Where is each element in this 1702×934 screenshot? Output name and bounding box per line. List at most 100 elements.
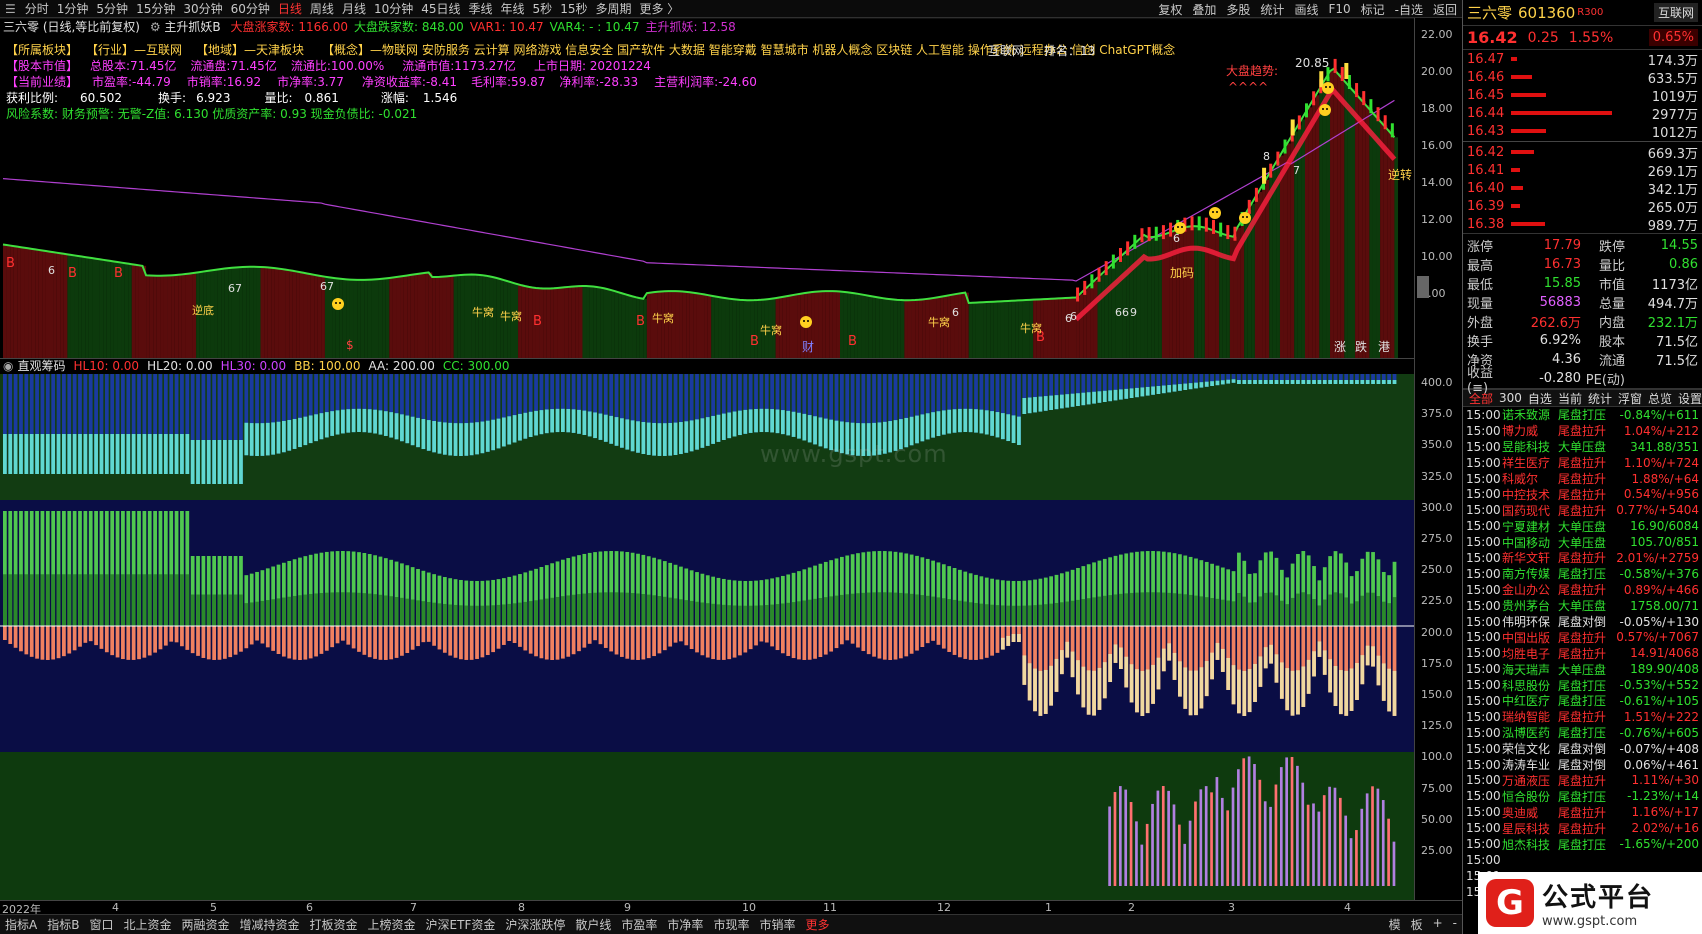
radar-row[interactable]: 15:00 均胜电子 尾盘拉升 14.91/4068 <box>1463 645 1702 661</box>
radar-tab[interactable]: 全部 <box>1466 390 1496 407</box>
radar-row[interactable]: 15:00 万通液压 尾盘拉升 1.11%/+30 <box>1463 772 1702 788</box>
bottom-tab[interactable]: 上榜资金 <box>363 916 421 933</box>
radar-row[interactable]: 15:00 宁夏建材 大单压盘 16.90/6084 <box>1463 518 1702 534</box>
radar-row[interactable]: 15:00 泓博医药 尾盘打压 -0.76%/+605 <box>1463 725 1702 741</box>
bottom-tab[interactable]: 指标B <box>42 916 84 933</box>
radar-tab[interactable]: 设置 <box>1675 390 1702 407</box>
radar-tab[interactable]: 300 <box>1496 391 1525 405</box>
period-tab[interactable]: 15分钟 <box>132 0 179 17</box>
radar-row[interactable]: 15:00 诺禾致源 尾盘打压 -0.84%/+611 <box>1463 407 1702 423</box>
toolbar-item[interactable]: 标记 <box>1356 1 1390 18</box>
period-tab[interactable]: 1分钟 <box>53 0 93 17</box>
bottom-tab[interactable]: 市销率 <box>754 916 800 933</box>
period-tab[interactable]: 60分钟 <box>227 0 274 17</box>
bid-row[interactable]: 16.38 989.7万 <box>1463 215 1702 234</box>
settings-icon[interactable]: ⚙ <box>150 20 161 34</box>
bottom-tab[interactable]: 增减持资金 <box>235 916 305 933</box>
period-tab[interactable]: 分时 <box>21 0 53 17</box>
menu-icon[interactable]: ☰ <box>0 2 21 16</box>
bottom-control[interactable]: - <box>1448 916 1462 933</box>
bottom-control[interactable]: + <box>1428 916 1448 933</box>
radar-row[interactable]: 15:00 瑞纳智能 尾盘拉升 1.51%/+222 <box>1463 709 1702 725</box>
ask-row[interactable]: 16.43 1012万 <box>1463 122 1702 141</box>
period-tab[interactable]: 5分钟 <box>92 0 132 17</box>
scroll-handle[interactable] <box>1417 276 1429 298</box>
radar-tab[interactable]: 统计 <box>1585 390 1615 407</box>
bid-row[interactable]: 16.39 265.0万 <box>1463 197 1702 216</box>
radar-row[interactable]: 15:00 贵州茅台 大单压盘 1758.00/71 <box>1463 598 1702 614</box>
radar-row[interactable]: 15:00 博力威 尾盘拉升 1.04%/+212 <box>1463 423 1702 439</box>
radar-row[interactable]: 15:00 海天瑞声 大单压盘 189.90/408 <box>1463 661 1702 677</box>
bottom-tab[interactable]: 散户线 <box>570 916 616 933</box>
radar-tab[interactable]: 当前 <box>1555 390 1585 407</box>
indicator-name[interactable]: 主升抓妖B <box>164 20 220 34</box>
radar-tab[interactable]: 自选 <box>1525 390 1555 407</box>
radar-row[interactable]: 15:00 祥生医疗 尾盘拉升 1.10%/+724 <box>1463 455 1702 471</box>
period-tab[interactable]: 月线 <box>338 0 370 17</box>
toolbar-item[interactable]: 多股 <box>1221 1 1255 18</box>
ask-row[interactable]: 16.45 1019万 <box>1463 86 1702 105</box>
toolbar-item[interactable]: 叠加 <box>1187 1 1221 18</box>
toolbar-item[interactable]: 统计 <box>1255 1 1289 18</box>
toolbar-item[interactable]: F10 <box>1323 2 1355 16</box>
radar-row[interactable]: 15:00 国药现代 尾盘拉升 0.77%/+5404 <box>1463 502 1702 518</box>
bid-row[interactable]: 16.40 342.1万 <box>1463 179 1702 198</box>
period-tab[interactable]: 30分钟 <box>179 0 226 17</box>
bottom-control[interactable]: 模 <box>1384 916 1406 933</box>
bottom-control[interactable]: 板 <box>1406 916 1428 933</box>
radar-row[interactable]: 15:00 涛涛车业 尾盘对倒 0.06%/+461 <box>1463 757 1702 773</box>
toolbar-item[interactable]: 返回 <box>1428 1 1462 18</box>
bottom-tab[interactable]: 北上资金 <box>118 916 176 933</box>
radar-row[interactable]: 15:00 中国移动 大单压盘 105.70/851 <box>1463 534 1702 550</box>
radar-row[interactable]: 15:00 星辰科技 尾盘拉升 2.02%/+16 <box>1463 820 1702 836</box>
ask-row[interactable]: 16.47 174.3万 <box>1463 50 1702 69</box>
radar-row[interactable]: 15:00 奥迪威 尾盘拉升 1.16%/+17 <box>1463 804 1702 820</box>
radar-row[interactable]: 15:00 恒合股份 尾盘打压 -1.23%/+14 <box>1463 788 1702 804</box>
radar-tab[interactable]: 总览 <box>1645 390 1675 407</box>
radar-row[interactable]: 15:00 昱能科技 大单压盘 341.88/351 <box>1463 439 1702 455</box>
bottom-tab[interactable]: 打板资金 <box>305 916 363 933</box>
period-tab[interactable]: 日线 <box>274 0 306 17</box>
radar-row[interactable]: 15:00 科威尔 尾盘拉升 1.88%/+64 <box>1463 471 1702 487</box>
period-tab[interactable]: 多周期 <box>591 0 635 17</box>
radar-row[interactable]: 15:00 中红医疗 尾盘打压 -0.61%/+105 <box>1463 693 1702 709</box>
ask-row[interactable]: 16.46 633.5万 <box>1463 68 1702 87</box>
period-tab[interactable]: 45日线 <box>417 0 464 17</box>
indicator-svg[interactable] <box>0 374 1414 900</box>
indicator-panel[interactable] <box>0 374 1414 900</box>
bottom-tab[interactable]: 沪深ETF资金 <box>421 916 501 933</box>
radar-row[interactable]: 15:00 新华文轩 尾盘拉升 2.01%/+2759 <box>1463 550 1702 566</box>
bid-row[interactable]: 16.42 669.3万 <box>1463 143 1702 162</box>
toolbar-item[interactable]: -自选 <box>1390 1 1428 18</box>
bottom-tab[interactable]: 市现率 <box>708 916 754 933</box>
radar-row[interactable]: 15:00 中控技术 尾盘拉升 0.54%/+956 <box>1463 486 1702 502</box>
period-tab[interactable]: 5秒 <box>529 0 557 17</box>
bottom-tab[interactable]: 市盈率 <box>616 916 662 933</box>
bottom-tab[interactable]: 市净率 <box>662 916 708 933</box>
radar-row[interactable]: 15:00 旭杰科技 尾盘打压 -1.65%/+200 <box>1463 836 1702 852</box>
kline-chart[interactable]: 三六零 (日线,等比前复权) ⚙ 主升抓妖B 大盘涨家数: 1166.00 大盘跌… <box>0 18 1414 358</box>
period-tab[interactable]: 10分钟 <box>370 0 417 17</box>
radar-row[interactable]: 15:00 中国出版 尾盘拉升 0.57%/+7067 <box>1463 629 1702 645</box>
period-tab[interactable]: 更多 〉 <box>635 0 683 17</box>
bottom-tab[interactable]: 窗口 <box>84 916 118 933</box>
sector-label[interactable]: 互联网 <box>1653 3 1698 22</box>
period-tab[interactable]: 年线 <box>497 0 529 17</box>
radar-row[interactable]: 15:00 科思股份 尾盘打压 -0.53%/+552 <box>1463 677 1702 693</box>
bottom-tab[interactable]: 两融资金 <box>176 916 234 933</box>
bottom-tab[interactable]: 更多 <box>800 916 834 933</box>
toolbar-item[interactable]: 画线 <box>1289 1 1323 18</box>
radar-row[interactable]: 15:00 伟明环保 尾盘对倒 -0.05%/+130 <box>1463 614 1702 630</box>
bid-row[interactable]: 16.41 269.1万 <box>1463 161 1702 180</box>
bottom-tab[interactable]: 沪深涨跌停 <box>500 916 570 933</box>
radar-row[interactable]: 15:00 <box>1463 852 1702 868</box>
radar-row[interactable]: 15:00 金山办公 尾盘拉升 0.89%/+466 <box>1463 582 1702 598</box>
ask-row[interactable]: 16.44 2977万 <box>1463 104 1702 123</box>
toolbar-item[interactable]: 复权 <box>1153 1 1187 18</box>
radar-row[interactable]: 15:00 荣信文化 尾盘对倒 -0.07%/+408 <box>1463 741 1702 757</box>
radar-row[interactable]: 15:00 南方传媒 尾盘打压 -0.58%/+376 <box>1463 566 1702 582</box>
radar-tab[interactable]: 浮窗 <box>1615 390 1645 407</box>
bottom-tab[interactable]: 指标A <box>0 916 42 933</box>
panel-icon[interactable]: ◉ <box>3 359 13 373</box>
period-tab[interactable]: 周线 <box>306 0 338 17</box>
